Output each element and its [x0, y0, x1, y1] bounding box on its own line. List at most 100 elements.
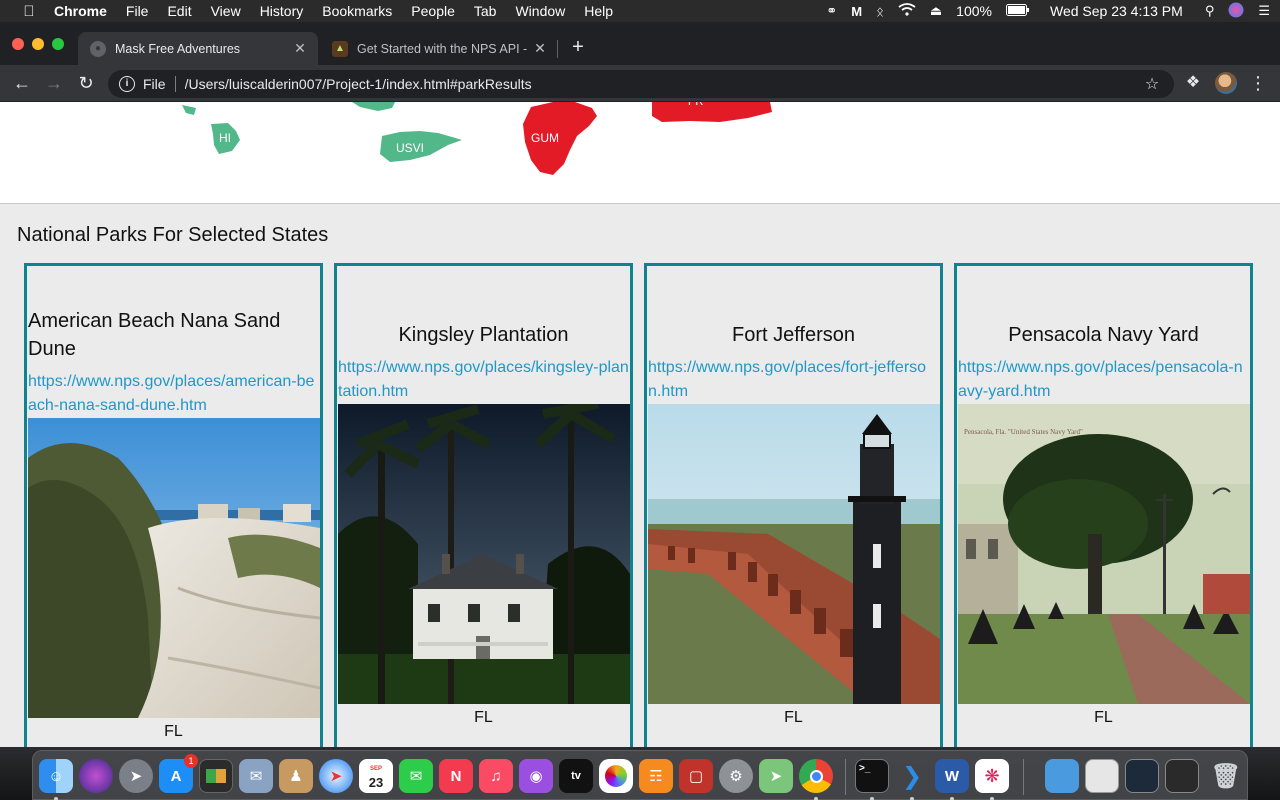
park-state: FL	[1094, 709, 1113, 726]
calendar-icon[interactable]: SEP 23	[359, 759, 393, 793]
tab-mask-free-adventures[interactable]: ● Mask Free Adventures ✕	[78, 32, 318, 65]
music-icon[interactable]: ♫	[479, 759, 513, 793]
site-info-icon[interactable]: i	[119, 76, 135, 92]
minimized-window-icon[interactable]	[1165, 759, 1199, 793]
menu-tab[interactable]: Tab	[474, 3, 497, 19]
photo-booth-icon[interactable]: ▢	[679, 759, 713, 793]
news-icon[interactable]: N	[439, 759, 473, 793]
battery-icon[interactable]	[1005, 3, 1030, 19]
park-results-section: National Parks For Selected States Ameri…	[0, 203, 1280, 747]
spotlight-search-icon[interactable]: ⚲	[1205, 3, 1215, 19]
system-preferences-icon[interactable]: ⚙	[719, 759, 753, 793]
park-state: FL	[784, 709, 803, 726]
park-link[interactable]: https://www.nps.gov/places/kingsley-plan…	[338, 356, 629, 404]
app-store-icon[interactable]: A1	[159, 754, 198, 793]
safari-icon[interactable]: ➤	[319, 759, 353, 793]
tab-separator	[557, 40, 558, 58]
tab-close-icon[interactable]: ✕	[292, 40, 308, 57]
preview-window-icon[interactable]	[1085, 759, 1119, 793]
results-heading: National Parks For Selected States	[17, 224, 329, 246]
map-region-puerto-rico[interactable]	[652, 102, 772, 122]
park-state: FL	[474, 709, 493, 726]
word-icon[interactable]: W	[935, 759, 969, 793]
finder-icon[interactable]: ☺	[39, 759, 73, 793]
contacts-icon[interactable]: ♟	[279, 759, 313, 793]
park-image-kingsley-plantation	[338, 404, 630, 704]
menu-bookmarks[interactable]: Bookmarks	[322, 3, 392, 19]
mission-control-icon[interactable]	[199, 759, 233, 793]
menu-people[interactable]: People	[411, 3, 455, 19]
profile-avatar[interactable]	[1215, 72, 1237, 94]
page-viewport: HI USVI GUM PR National Parks For Select…	[0, 102, 1280, 747]
menu-edit[interactable]: Edit	[167, 3, 191, 19]
photos-icon[interactable]	[599, 759, 633, 793]
back-arrow-icon[interactable]: ←	[11, 72, 33, 94]
park-link[interactable]: https://www.nps.gov/places/fort-jefferso…	[648, 356, 939, 404]
maps-icon[interactable]: ➤	[759, 759, 793, 793]
siri-icon[interactable]	[79, 759, 113, 793]
tab-title: Get Started with the NPS API -	[357, 41, 528, 56]
window-zoom-button[interactable]	[52, 38, 64, 50]
wifi-icon[interactable]	[898, 3, 916, 19]
tab-nps-api[interactable]: ▲ Get Started with the NPS API - ✕	[320, 32, 558, 65]
map-label-pr: PR	[688, 102, 703, 108]
menu-file[interactable]: File	[126, 3, 149, 19]
screenshot-window-icon[interactable]	[1125, 759, 1159, 793]
control-list-icon[interactable]: ☰	[1258, 3, 1270, 19]
map-region-hawaii-islet[interactable]	[182, 105, 196, 115]
dock-separator	[1023, 759, 1024, 795]
park-link[interactable]: https://www.nps.gov/places/american-beac…	[28, 370, 319, 418]
siri-icon[interactable]	[1228, 2, 1244, 21]
tab-title: Mask Free Adventures	[115, 41, 241, 56]
park-card: American Beach Nana Sand Dune https://ww…	[24, 263, 323, 747]
address-bar-divider	[174, 76, 176, 92]
apple-menu-icon[interactable]: 	[18, 3, 40, 20]
map-label-gum: GUM	[531, 131, 559, 145]
terminal-icon[interactable]: >_	[855, 759, 889, 793]
menu-app-name[interactable]: Chrome	[54, 3, 107, 19]
dock: ☺ ➤ A1 ✉ ♟ ➤ SEP 23 ✉ N ♫ ◉ tv ☶ ▢ ⚙ ➤ >…	[32, 750, 1248, 800]
park-name: Pensacola Navy Yard	[1008, 324, 1199, 346]
apple-tv-icon[interactable]: tv	[559, 759, 593, 793]
window-close-button[interactable]	[12, 38, 24, 50]
tab-close-icon[interactable]: ✕	[532, 40, 548, 57]
messages-icon[interactable]: ✉	[399, 759, 433, 793]
map-region-territory-top[interactable]	[352, 102, 395, 111]
eject-icon[interactable]: ⏏	[930, 3, 942, 19]
battery-percentage: 100%	[956, 3, 992, 19]
dock-separator	[845, 759, 846, 795]
chrome-menu-kebab-icon[interactable]: ⋮	[1247, 72, 1269, 94]
bluetooth-icon[interactable]: ᛟ	[876, 4, 884, 19]
url-text[interactable]: /Users/luiscalderin007/Project-1/index.h…	[185, 76, 1142, 92]
podcasts-icon[interactable]: ◉	[519, 759, 553, 793]
globe-favicon-icon: ●	[90, 40, 106, 57]
menu-history[interactable]: History	[260, 3, 304, 19]
menu-window[interactable]: Window	[515, 3, 565, 19]
trash-icon[interactable]: 🗑	[1209, 759, 1243, 793]
books-icon[interactable]: ☶	[639, 759, 673, 793]
bookmark-star-icon[interactable]: ☆	[1142, 74, 1162, 94]
creative-cloud-icon[interactable]: ⚭	[826, 3, 837, 19]
chrome-icon[interactable]	[799, 759, 833, 793]
menu-help[interactable]: Help	[584, 3, 613, 19]
slack-icon[interactable]: ❋	[975, 759, 1009, 793]
park-name: Fort Jefferson	[731, 324, 856, 346]
menu-view[interactable]: View	[211, 3, 241, 19]
mail-icon[interactable]: ✉	[239, 759, 273, 793]
launchpad-icon[interactable]: ➤	[119, 759, 153, 793]
window-minimize-button[interactable]	[32, 38, 44, 50]
menu-bar-clock[interactable]: Wed Sep 23 4:13 PM	[1050, 3, 1183, 19]
address-bar[interactable]: i File /Users/luiscalderin007/Project-1/…	[108, 70, 1174, 98]
malwarebytes-icon[interactable]: M	[851, 4, 862, 19]
new-tab-plus-icon[interactable]: +	[568, 36, 588, 59]
reload-icon[interactable]: ↻	[75, 72, 97, 94]
folder-icon[interactable]	[1045, 759, 1079, 793]
park-link[interactable]: https://www.nps.gov/places/pensacola-nav…	[958, 356, 1249, 404]
extensions-puzzle-icon[interactable]: ❖	[1182, 72, 1204, 94]
forward-arrow-icon[interactable]: →	[43, 72, 65, 94]
vscode-icon[interactable]: ❯	[895, 759, 929, 793]
park-image-fort-jefferson	[648, 404, 940, 704]
notification-badge: 1	[184, 754, 198, 768]
park-state: FL	[164, 723, 183, 740]
browser-toolbar: ← → ↻ i File /Users/luiscalderin007/Proj…	[0, 65, 1280, 102]
